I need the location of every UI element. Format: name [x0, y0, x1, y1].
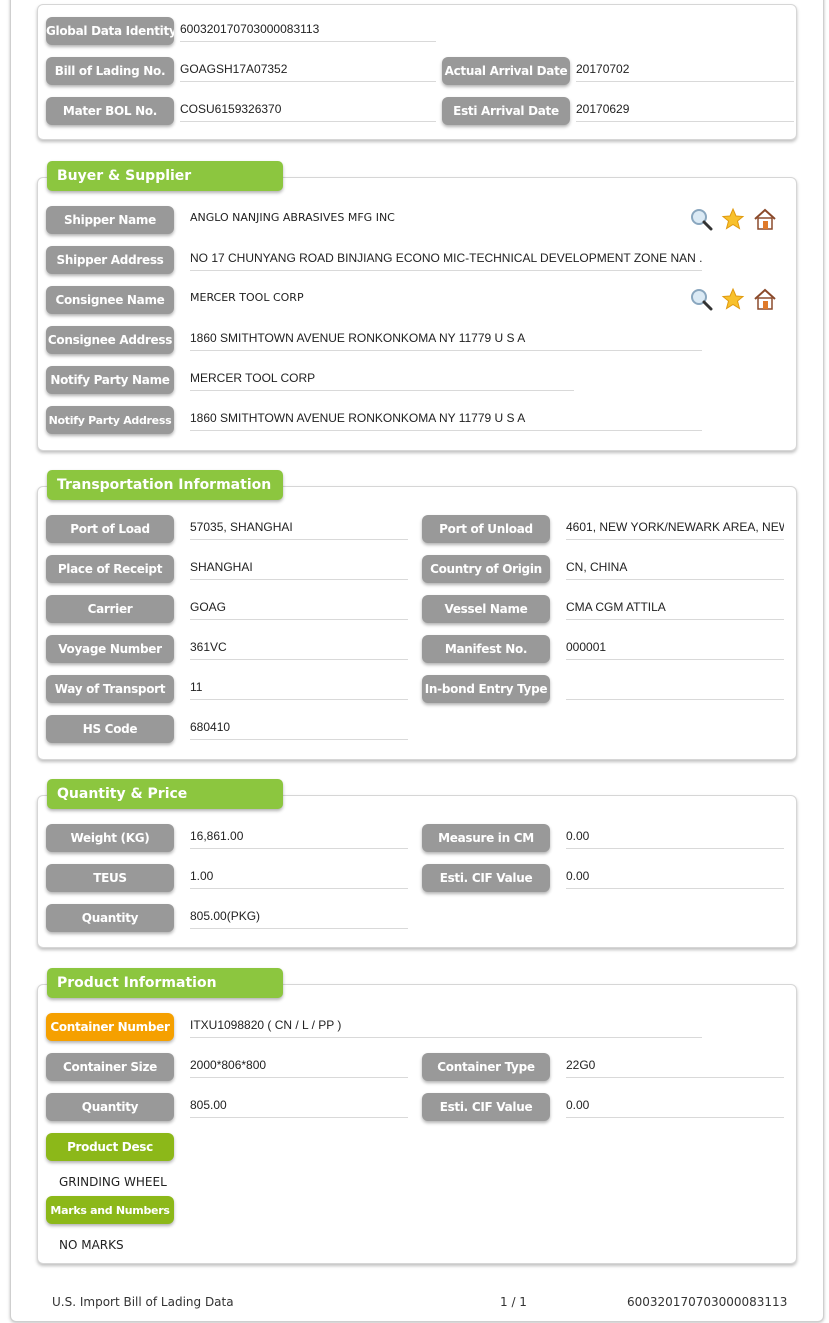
place-of-receipt-value: SHANGHAI — [190, 557, 408, 580]
weight-label: Weight (KG) — [46, 824, 174, 852]
bill-of-lading-value: GOAGSH17A07352 — [180, 59, 436, 82]
measure-value: 0.00 — [566, 826, 784, 849]
buyer-supplier-title: Buyer & Supplier Information — [47, 161, 283, 214]
port-of-unload-value: 4601, NEW YORK/NEWARK AREA, NEWARK, NEW … — [566, 517, 784, 540]
product-quantity-label: Quantity — [46, 1093, 174, 1121]
vessel-name-label: Vessel Name — [422, 595, 550, 623]
container-type-label: Container Type — [422, 1053, 550, 1081]
quantity-price-title: Quantity & Price Information — [47, 779, 283, 832]
container-size-label: Container Size — [46, 1053, 174, 1081]
consignee-address-value: 1860 SMITHTOWN AVENUE RONKONKOMA NY 1177… — [190, 328, 702, 351]
shipper-name-value[interactable]: ANGLO NANJING ABRASIVES MFG INC — [190, 208, 570, 230]
global-data-identity-label: Global Data Identity — [46, 17, 174, 45]
weight-value: 16,861.00 — [190, 826, 408, 849]
search-icon[interactable] — [689, 287, 713, 311]
notify-party-address-label: Notify Party Address — [46, 406, 174, 434]
marks-numbers-label: Marks and Numbers — [46, 1196, 174, 1224]
footer-title: U.S. Import Bill of Lading Data — [52, 1295, 234, 1309]
esti-arrival-value: 20170629 — [576, 99, 794, 122]
teus-label: TEUS — [46, 864, 174, 892]
notify-party-address-value: 1860 SMITHTOWN AVENUE RONKONKOMA NY 1177… — [190, 408, 702, 431]
esti-arrival-label: Esti Arrival Date — [442, 97, 570, 125]
consignee-actions — [689, 287, 777, 311]
manifest-no-value: 000001 — [566, 637, 784, 660]
country-of-origin-label: Country of Origin — [422, 555, 550, 583]
actual-arrival-value: 20170702 — [576, 59, 794, 82]
container-size-value: 2000*806*800 — [190, 1055, 408, 1078]
marks-numbers-value: NO MARKS — [59, 1238, 124, 1252]
inbond-entry-type-label: In-bond Entry Type — [422, 675, 550, 703]
search-icon[interactable] — [689, 207, 713, 231]
quantity-label: Quantity — [46, 904, 174, 932]
container-number-label: Container Number — [46, 1013, 174, 1041]
inbond-entry-type-value — [566, 677, 784, 700]
footer-page-number: 1 / 1 — [500, 1295, 527, 1309]
voyage-number-value: 361VC — [190, 637, 408, 660]
product-esti-cif-value: 0.00 — [566, 1095, 784, 1118]
notify-party-name-label: Notify Party Name — [46, 366, 174, 394]
bill-of-lading-label: Bill of Lading No. — [46, 57, 174, 85]
manifest-no-label: Manifest No. — [422, 635, 550, 663]
product-quantity-value: 805.00 — [190, 1095, 408, 1118]
product-title: Product Information — [47, 968, 283, 998]
shipper-address-value: NO 17 CHUNYANG ROAD BINJIANG ECONO MIC-T… — [190, 248, 702, 271]
master-bol-value: COSU6159326370 — [180, 99, 436, 122]
way-of-transport-value: 11 — [190, 677, 408, 700]
home-icon[interactable] — [753, 207, 777, 231]
star-icon[interactable] — [721, 207, 745, 231]
consignee-name-value[interactable]: MERCER TOOL CORP — [190, 288, 570, 310]
container-type-value: 22G0 — [566, 1055, 784, 1078]
consignee-address-label: Consignee Address — [46, 326, 174, 354]
measure-label: Measure in CM — [422, 824, 550, 852]
port-of-load-value: 57035, SHANGHAI — [190, 517, 408, 540]
product-desc-label: Product Desc — [46, 1133, 174, 1161]
carrier-value: GOAG — [190, 597, 408, 620]
master-bol-label: Mater BOL No. — [46, 97, 174, 125]
way-of-transport-label: Way of Transport — [46, 675, 174, 703]
shipper-address-label: Shipper Address — [46, 246, 174, 274]
star-icon[interactable] — [721, 287, 745, 311]
actual-arrival-label: Actual Arrival Date — [442, 57, 570, 85]
hs-code-label: HS Code — [46, 715, 174, 743]
country-of-origin-value: CN, CHINA — [566, 557, 784, 580]
esti-cif-value: 0.00 — [566, 866, 784, 889]
consignee-name-label: Consignee Name — [46, 286, 174, 314]
home-icon[interactable] — [753, 287, 777, 311]
container-number-value: ITXU1098820 ( CN / L / PP ) — [190, 1015, 702, 1038]
product-esti-cif-label: Esti. CIF Value — [422, 1093, 550, 1121]
vessel-name-value: CMA CGM ATTILA — [566, 597, 784, 620]
port-of-load-label: Port of Load — [46, 515, 174, 543]
transportation-title: Transportation Information — [47, 470, 283, 500]
shipper-name-label: Shipper Name — [46, 206, 174, 234]
hs-code-value: 680410 — [190, 717, 408, 740]
esti-cif-label: Esti. CIF Value — [422, 864, 550, 892]
footer-identity: 600320170703000083113 — [627, 1295, 788, 1309]
place-of-receipt-label: Place of Receipt — [46, 555, 174, 583]
notify-party-name-value: MERCER TOOL CORP — [190, 368, 574, 391]
shipper-actions — [689, 207, 777, 231]
port-of-unload-label: Port of Unload — [422, 515, 550, 543]
voyage-number-label: Voyage Number — [46, 635, 174, 663]
carrier-label: Carrier — [46, 595, 174, 623]
product-desc-value: GRINDING WHEEL — [59, 1175, 167, 1189]
quantity-value: 805.00(PKG) — [190, 906, 408, 929]
teus-value: 1.00 — [190, 866, 408, 889]
global-data-identity-value: 600320170703000083113 — [180, 19, 436, 42]
